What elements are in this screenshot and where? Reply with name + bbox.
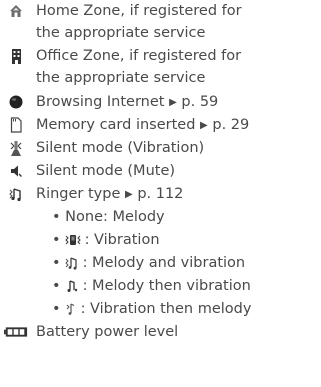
vibration-icon <box>64 233 81 247</box>
silent-mute-icon <box>4 160 28 182</box>
item-text: Silent mode (Mute) <box>36 163 176 179</box>
status-icon-list: Home Zone, if registered for the appropr… <box>0 0 321 387</box>
item-text: the appropriate service <box>36 70 206 86</box>
melody-and-vibration-icon <box>64 256 79 270</box>
page-reference: p. 112 <box>137 186 184 202</box>
page-pointer-icon: ▶ <box>200 120 208 131</box>
option-text: None: Melody <box>65 209 165 225</box>
home-zone-icon <box>4 0 28 22</box>
list-item: Silent mode (Vibration) <box>0 137 321 159</box>
list-item: Memory card inserted ▶ p. 29 <box>0 114 321 136</box>
option-text: : Vibration then melody <box>80 301 252 317</box>
ringer-option-item: • : Vibration then melody <box>0 298 321 320</box>
list-item: Office Zone, if registered for <box>0 45 321 67</box>
list-item-continuation: the appropriate service <box>0 67 321 89</box>
ringer-option-item: • : Melody then vibration <box>0 275 321 297</box>
item-text: Home Zone, if registered for <box>36 3 242 19</box>
ringer-type-icon <box>4 183 28 205</box>
list-item-continuation: the appropriate service <box>0 22 321 44</box>
ringer-option-item: • None: Melody <box>0 206 321 228</box>
vibration-then-melody-icon <box>65 302 77 316</box>
bullet: • <box>52 255 61 271</box>
option-text: : Melody and vibration <box>82 255 246 271</box>
browsing-internet-icon <box>4 91 28 113</box>
item-text: Battery power level <box>36 324 179 340</box>
page-reference: p. 29 <box>212 117 250 133</box>
list-item: Ringer type ▶ p. 112 <box>0 183 321 205</box>
bullet: • <box>52 209 61 225</box>
item-text: Browsing Internet <box>36 94 165 110</box>
list-item: Home Zone, if registered for <box>0 0 321 22</box>
battery-icon <box>4 321 28 343</box>
bullet: • <box>52 232 61 248</box>
page-reference: p. 59 <box>181 94 219 110</box>
list-item: Battery power level <box>0 321 321 343</box>
list-item: Silent mode (Mute) <box>0 160 321 182</box>
item-text: Memory card inserted <box>36 117 196 133</box>
ringer-option-item: • : Melody and vibration <box>0 252 321 274</box>
bullet: • <box>52 301 61 317</box>
silent-vibration-icon <box>4 137 28 159</box>
ringer-option-item: • : Vibration <box>0 229 321 251</box>
melody-then-vibration-icon <box>65 279 79 293</box>
bullet: • <box>52 278 61 294</box>
office-zone-icon <box>4 45 28 67</box>
memory-card-icon <box>4 114 28 136</box>
page-pointer-icon: ▶ <box>125 189 133 200</box>
item-text: Silent mode (Vibration) <box>36 140 205 156</box>
option-text: : Vibration <box>84 232 160 248</box>
item-text: Ringer type <box>36 186 121 202</box>
item-text: the appropriate service <box>36 25 206 41</box>
item-text: Office Zone, if registered for <box>36 48 242 64</box>
option-text: : Melody then vibration <box>82 278 251 294</box>
list-item: Browsing Internet ▶ p. 59 <box>0 91 321 113</box>
page-pointer-icon: ▶ <box>169 97 177 108</box>
